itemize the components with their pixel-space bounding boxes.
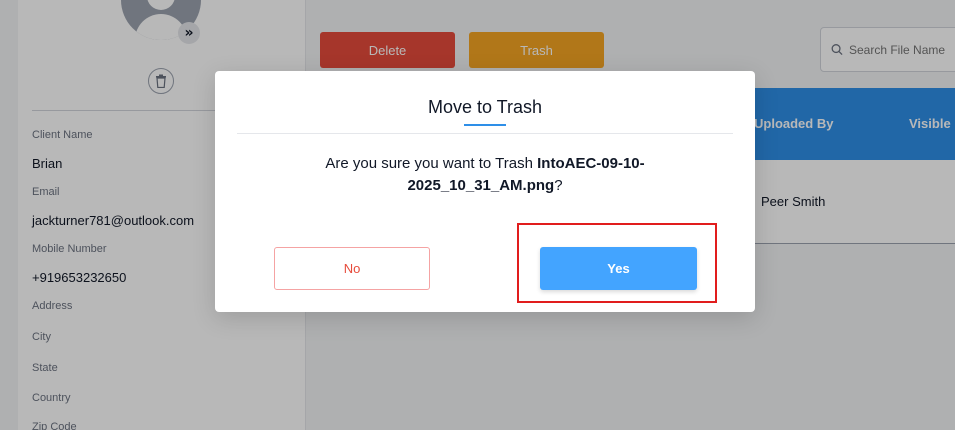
message-prefix: Are you sure you want to Trash	[325, 155, 538, 172]
dialog-title: Move to Trash	[427, 97, 543, 117]
no-button[interactable]: No	[274, 247, 430, 290]
yes-button[interactable]: Yes	[540, 247, 697, 290]
dialog-message: Are you sure you want to Trash IntoAEC-0…	[275, 153, 695, 197]
message-suffix: ?	[554, 177, 563, 194]
dialog-divider	[237, 133, 733, 134]
title-underline	[464, 124, 506, 126]
move-to-trash-dialog: Move to Trash Are you sure you want to T…	[215, 71, 755, 312]
